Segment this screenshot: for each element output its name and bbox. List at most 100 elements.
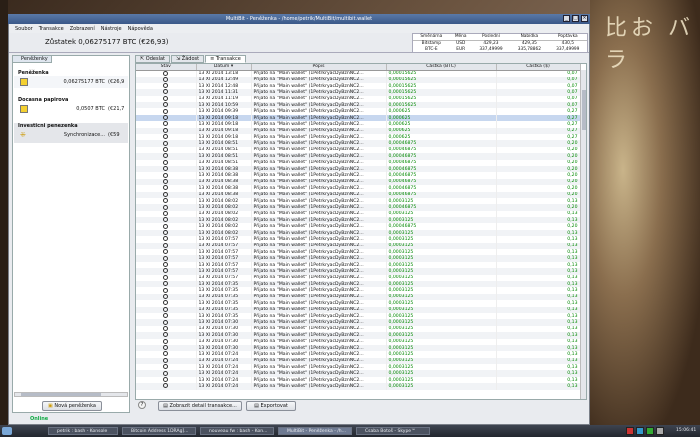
confirmation-icon [163,281,169,287]
task-skype[interactable]: Csaba Botoš - Skype™ [356,427,430,435]
confirmation-icon [163,102,169,108]
wallet-item-main[interactable]: Peněženka 0,06275177 BTC (€26,9 [14,70,128,88]
tab-wallets[interactable]: Peněženky [12,55,52,63]
confirmation-icon [163,70,169,76]
confirmation-icon [163,204,169,210]
confirmation-icon [163,293,169,299]
detail-label: Zobrazit detail transakce... [169,403,237,409]
confirmation-icon [163,178,169,184]
wallet-item-paper[interactable]: Docasna papirova 0,0507 BTC (€21,7 [14,97,128,115]
confirmation-icon [163,121,169,127]
confirmation-icon [163,268,169,274]
confirmation-icon [163,332,169,338]
confirmation-icon [163,146,169,152]
scroll-thumb[interactable] [582,90,586,130]
desktop-left-strip [0,0,8,425]
confirmation-icon [163,377,169,383]
tab-transactions-label: Transakce [215,56,241,62]
confirmation-icon [163,249,169,255]
confirmation-icon [163,108,169,114]
confirmation-icon [163,127,169,133]
wallet-fiat: (€21,7 [108,106,125,112]
wallet-sync-status: Synchronizace... [63,132,105,138]
confirmation-icon [163,357,169,363]
export-button[interactable]: ▤ Exportovat [246,401,296,411]
balance-label: Zůstatek 0,06275177 BTC (€26,93) [45,38,169,46]
menu-file[interactable]: Soubor [15,26,33,32]
confirmation-icon [163,370,169,376]
task-multibit[interactable]: MultiBit - Peněženka - /h... [278,427,352,435]
window-titlebar[interactable]: MultiBit - Peněženka - /home/petrik/Mult… [8,14,590,24]
wallet-icon [20,78,28,86]
tab-send-label: Odeslat [145,56,165,62]
task-browser[interactable]: Bitcoin Address 1DRAg]... [122,427,196,435]
system-tray [626,427,664,435]
confirmation-icon [163,159,169,165]
menu-help[interactable]: Nápověda [128,26,153,32]
scroll-thumb[interactable] [21,393,101,396]
tray-icon[interactable] [656,427,664,435]
confirmation-icon [163,338,169,344]
confirmation-icon [163,345,169,351]
tab-request-label: Žádost [181,56,200,62]
confirmation-icon [163,134,169,140]
menu-tools[interactable]: Nástroje [101,26,122,32]
status-online: Online [30,416,49,422]
confirmation-icon [163,76,169,82]
table-vscrollbar[interactable] [580,70,586,399]
wallet-item-invest[interactable]: Investicni penezenka ⁜ Synchronizace... … [14,123,128,143]
confirmation-icon [163,236,169,242]
confirmation-icon [163,383,169,389]
confirmation-icon [163,153,169,159]
main-tabs: ⇱ Odeslat ⇲ Žádost ≡ Transakce [135,55,246,63]
menu-bar: Soubor Transakce Zobrazení Nástroje Nápo… [9,24,589,33]
tab-send[interactable]: ⇱ Odeslat [135,55,170,63]
confirmation-icon [163,210,169,216]
tray-icon[interactable] [646,427,654,435]
wallet-fiat: (€59 [108,132,120,138]
task-konsole[interactable]: petrik : bash - Konsole [48,427,118,435]
description-cell: Přijato na "Main wallet" (1PetrkryacDyBz… [251,383,387,390]
confirmation-icon [163,172,169,178]
new-wallet-button[interactable]: ▣ Nová peněženka [42,401,102,411]
help-icon[interactable]: ? [138,401,146,409]
tab-transactions[interactable]: ≡ Transakce [205,55,246,63]
confirmation-icon [163,325,169,331]
confirmation-icon [163,223,169,229]
wallet-fiat: (€26,9 [108,79,125,85]
menu-transactions[interactable]: Transakce [39,26,64,32]
status-cell [136,383,197,390]
exchange-ticker: Směnárna Měna Poslední Nabídka Poptávka Bits… [412,33,588,53]
show-transaction-detail-button[interactable]: ▤ Zobrazit detail transakce... [158,401,242,411]
toolbar-divider [9,52,589,53]
confirmation-icon [163,89,169,95]
confirmation-icon [163,242,169,248]
tray-icon[interactable] [626,427,634,435]
tab-request[interactable]: ⇲ Žádost [171,55,205,63]
amount-usd-cell: 0,13 [496,383,581,390]
maximize-icon[interactable]: □ [572,15,579,22]
confirmation-icon [163,166,169,172]
confirmation-icon [163,262,169,268]
close-icon[interactable]: × [581,15,588,22]
menu-view[interactable]: Zobrazení [70,26,95,32]
task-konsole-2[interactable]: nouveau fw : bash - Kon... [200,427,274,435]
wallpaper-text: 比お バラ [605,16,694,73]
clock: 15:06:41 [676,428,697,433]
sync-icon: ⁜ [20,131,26,139]
start-menu-icon[interactable] [2,427,12,435]
wallet-amount: 0,06275177 BTC [63,79,106,85]
confirmation-icon [163,351,169,357]
tray-icon[interactable] [636,427,644,435]
transactions-table: Stav Datum ▾ Popis Částka (BTC) Částka (… [135,63,587,400]
confirmation-icon [163,115,169,121]
confirmation-icon [163,306,169,312]
table-row[interactable]: 13 XI 2014 07:24 Přijato na "Main wallet"… [136,383,581,390]
confirmation-icon [163,185,169,191]
wallets-hscrollbar[interactable] [14,392,128,397]
export-label: Exportovat [260,403,288,409]
confirmation-icon [163,255,169,261]
new-wallet-label: Nová peněženka [54,403,96,409]
confirmation-icon [163,313,169,319]
minimize-icon[interactable]: _ [563,15,570,22]
